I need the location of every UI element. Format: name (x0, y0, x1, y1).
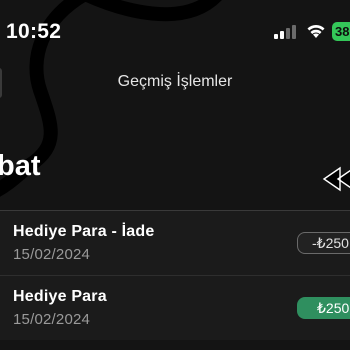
transaction-row[interactable]: Hediye Para 15/02/2024 ₺250 (0, 275, 350, 340)
transaction-amount-badge: ₺250 (297, 297, 350, 319)
screen: 10:52 38 Geçmiş İşlemler bat Hediye Para… (0, 0, 350, 350)
transaction-name: Hediye Para - İade (13, 223, 155, 240)
transaction-date: 15/02/2024 (13, 246, 91, 263)
battery-icon: 38 (332, 22, 350, 41)
section-title: bat (0, 150, 41, 182)
transaction-list: Hediye Para - İade 15/02/2024 -₺250 Hedi… (0, 210, 350, 340)
transaction-date: 15/02/2024 (13, 311, 91, 328)
transaction-name: Hediye Para (13, 288, 107, 305)
status-time: 10:52 (6, 20, 62, 43)
page-title: Geçmiş İşlemler (117, 73, 233, 90)
transaction-row[interactable]: Hediye Para - İade 15/02/2024 -₺250 (0, 210, 350, 275)
transaction-amount-badge: -₺250 (297, 232, 350, 254)
wifi-icon (307, 24, 325, 38)
status-bar: 10:52 38 (0, 0, 350, 60)
signal-icon (274, 25, 296, 39)
rewind-icon[interactable] (322, 166, 350, 192)
